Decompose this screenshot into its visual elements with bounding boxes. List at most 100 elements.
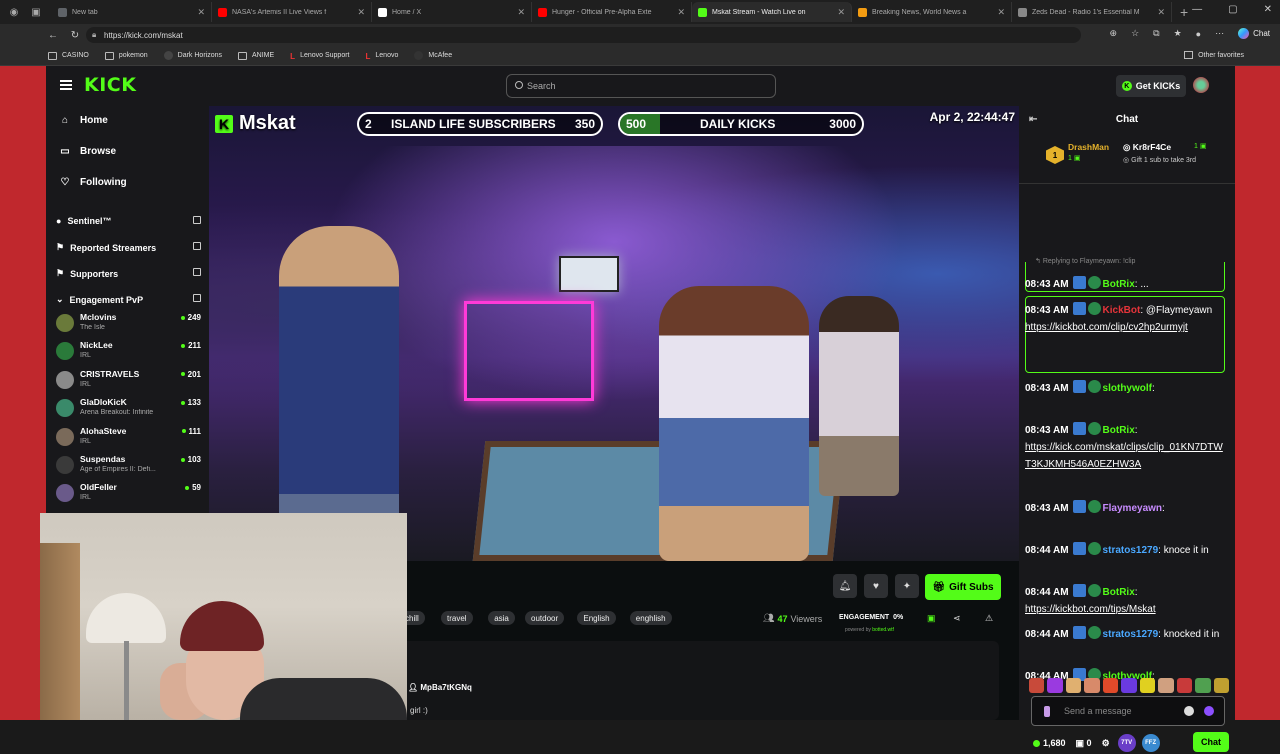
emote-icon[interactable]	[1176, 678, 1193, 693]
popout-icon[interactable]	[193, 294, 201, 302]
close-tab-icon[interactable]: ✕	[357, 7, 365, 18]
kick-logo[interactable]: KICK	[84, 74, 136, 96]
channel-points[interactable]: 1,680	[1033, 738, 1066, 748]
stream-tag[interactable]: asia	[488, 611, 515, 625]
tab-0[interactable]: New tab ✕	[52, 2, 212, 22]
bookmark-mcafee[interactable]: McAfee	[414, 51, 452, 60]
message-username[interactable]: stratos1279	[1103, 629, 1159, 640]
message-link[interactable]: https://kickbot.com/clip/cv2hp2urmyjt	[1025, 322, 1188, 333]
sidebar-channel-3[interactable]: GlaDloKicK Arena Breakout: Infinite 133	[56, 397, 201, 423]
chat-settings-icon[interactable]: ⚙	[1102, 738, 1110, 749]
more-menu-icon[interactable]: ⋯	[1215, 28, 1224, 39]
message-username[interactable]: BotRix	[1103, 425, 1135, 436]
tab-actions-icon[interactable]: ▣	[28, 4, 44, 20]
follow-heart-button[interactable]: ♥	[864, 574, 888, 598]
menu-icon[interactable]	[60, 80, 72, 90]
message-username[interactable]: KickBot	[1103, 305, 1141, 316]
stream-tag[interactable]: English	[577, 611, 616, 625]
avatar[interactable]	[1193, 77, 1209, 93]
profile-icon[interactable]: ◉	[6, 4, 22, 20]
badge-counter[interactable]: ▣ 0	[1076, 738, 1092, 749]
tab-1[interactable]: NASA's Artemis II Live Views f ✕	[212, 2, 372, 22]
other-favorites[interactable]: Other favorites	[1184, 51, 1244, 59]
new-tab-button[interactable]: +	[1180, 4, 1188, 20]
7tv-badge[interactable]: 7TV	[1117, 734, 1136, 752]
sidebar-item-home[interactable]: ⌂ Home	[60, 115, 108, 126]
emote-icon[interactable]	[1084, 678, 1100, 693]
emote-icon[interactable]	[1195, 678, 1211, 693]
emote-icon[interactable]	[1065, 678, 1082, 693]
section-sentinel[interactable]: ● Sentinel™	[56, 216, 201, 226]
back-icon[interactable]: ←	[42, 30, 64, 41]
close-tab-icon[interactable]: ✕	[1157, 7, 1165, 18]
sidebar-item-browse[interactable]: ▭ Browse	[60, 146, 116, 157]
sidebar-channel-2[interactable]: CRISTRAVELS IRL 201	[56, 369, 201, 395]
section-reported-streamers[interactable]: ⚑ Reported Streamers	[56, 242, 201, 253]
about-username[interactable]: 👤︎ MpBa7tKGNq	[408, 683, 472, 692]
close-tab-icon[interactable]: ✕	[997, 7, 1005, 18]
message-username[interactable]: slothywolf	[1103, 383, 1152, 394]
emote-icon[interactable]	[1121, 678, 1137, 693]
message-username[interactable]: stratos1279	[1103, 545, 1159, 556]
emote-icon[interactable]	[1029, 678, 1045, 693]
emote-icon[interactable]	[1102, 678, 1119, 693]
popout-icon[interactable]	[193, 242, 201, 250]
ffz-badge[interactable]: FFZ	[1141, 734, 1160, 752]
popout-icon[interactable]	[193, 268, 201, 276]
refresh-icon[interactable]: ↻	[64, 30, 86, 41]
send-chat-button[interactable]: Chat	[1193, 732, 1229, 752]
close-tab-icon[interactable]: ✕	[517, 7, 525, 18]
bookmark-anime[interactable]: ANIME	[238, 51, 274, 60]
stats-icon[interactable]: ▣	[927, 613, 936, 624]
sidebar-channel-6[interactable]: OldFeller IRL 59	[56, 482, 201, 508]
stream-tag[interactable]: enghlish	[629, 611, 672, 625]
emote-icon[interactable]	[1213, 678, 1229, 693]
stream-tag[interactable]: outdoor	[525, 611, 565, 625]
message-username[interactable]: Flaymeyawn	[1103, 503, 1162, 514]
tab-3[interactable]: Hunger - Official Pre-Alpha Exte ✕	[532, 2, 692, 22]
clip-button[interactable]: ✦	[895, 574, 919, 598]
share-icon[interactable]: ⋖	[953, 613, 961, 624]
notification-bell-button[interactable]: 🔔︎	[833, 574, 857, 598]
bookmark-lenovo-support[interactable]: L Lenovo Support	[290, 52, 349, 61]
message-link[interactable]: https://kickbot.com/tips/Mskat	[1025, 604, 1156, 615]
get-kicks-button[interactable]: K Get KICKs	[1116, 75, 1186, 97]
bookmark-casino[interactable]: CASINO	[48, 51, 89, 60]
leader-name[interactable]: ◎ Kr8rF4Ce	[1123, 142, 1171, 153]
tab-6[interactable]: Zeds Dead - Radio 1's Essential M ✕	[1012, 2, 1172, 22]
favorite-star-icon[interactable]: ☆	[1131, 28, 1139, 39]
chat-input[interactable]: Send a message	[1031, 696, 1225, 726]
minimize-icon[interactable]: —	[1192, 4, 1202, 15]
sidebar-channel-4[interactable]: AlohaSteve IRL 111	[56, 426, 201, 452]
extensions-icon[interactable]: ⧉	[1153, 28, 1159, 39]
copilot-button[interactable]: Chat	[1238, 28, 1270, 39]
message-username[interactable]: BotRix	[1103, 587, 1135, 598]
maximize-icon[interactable]: ▢	[1228, 4, 1237, 15]
favorites-icon[interactable]: ★	[1174, 28, 1182, 39]
popout-icon[interactable]	[193, 216, 201, 224]
emote-icon[interactable]	[1158, 678, 1174, 693]
address-bar[interactable]: 🔒︎ https://kick.com/mskat	[86, 27, 1081, 43]
emoji-icon[interactable]	[1184, 706, 1194, 716]
bookmark-dark-horizons[interactable]: Dark Horizons	[163, 51, 222, 60]
bookmark-pokemon[interactable]: pokemon	[104, 51, 148, 60]
emote-icon[interactable]	[1139, 678, 1156, 693]
7tv-emote-icon[interactable]	[1204, 706, 1214, 716]
stream-tag[interactable]: travel	[441, 611, 473, 625]
zoom-icon[interactable]: ⊕	[1110, 28, 1118, 39]
tab-5[interactable]: Breaking News, World News a ✕	[852, 2, 1012, 22]
message-link[interactable]: https://kick.com/mskat/clips/clip_01KN7D…	[1025, 442, 1223, 470]
close-tab-icon[interactable]: ✕	[837, 7, 845, 18]
tab-2[interactable]: Home / X ✕	[372, 2, 532, 22]
sidebar-item-following[interactable]: ♡ Following	[60, 177, 127, 188]
leader-name[interactable]: DrashMan	[1068, 142, 1109, 152]
sidebar-channel-0[interactable]: Mclovins The Isle 249	[56, 312, 201, 338]
collapse-chat-icon[interactable]: ⇤	[1029, 114, 1037, 125]
emote-icon[interactable]	[1047, 678, 1063, 693]
search-input[interactable]: Search	[506, 74, 776, 98]
section-supporters[interactable]: ⚑ Supporters	[56, 268, 201, 279]
report-icon[interactable]: ⚠	[985, 613, 993, 624]
close-tab-icon[interactable]: ✕	[197, 7, 205, 18]
close-tab-icon[interactable]: ✕	[677, 7, 685, 18]
video-player[interactable]: K Mskat 2 ISLAND LIFE SUBSCRIBERS 350 50…	[209, 106, 1019, 561]
